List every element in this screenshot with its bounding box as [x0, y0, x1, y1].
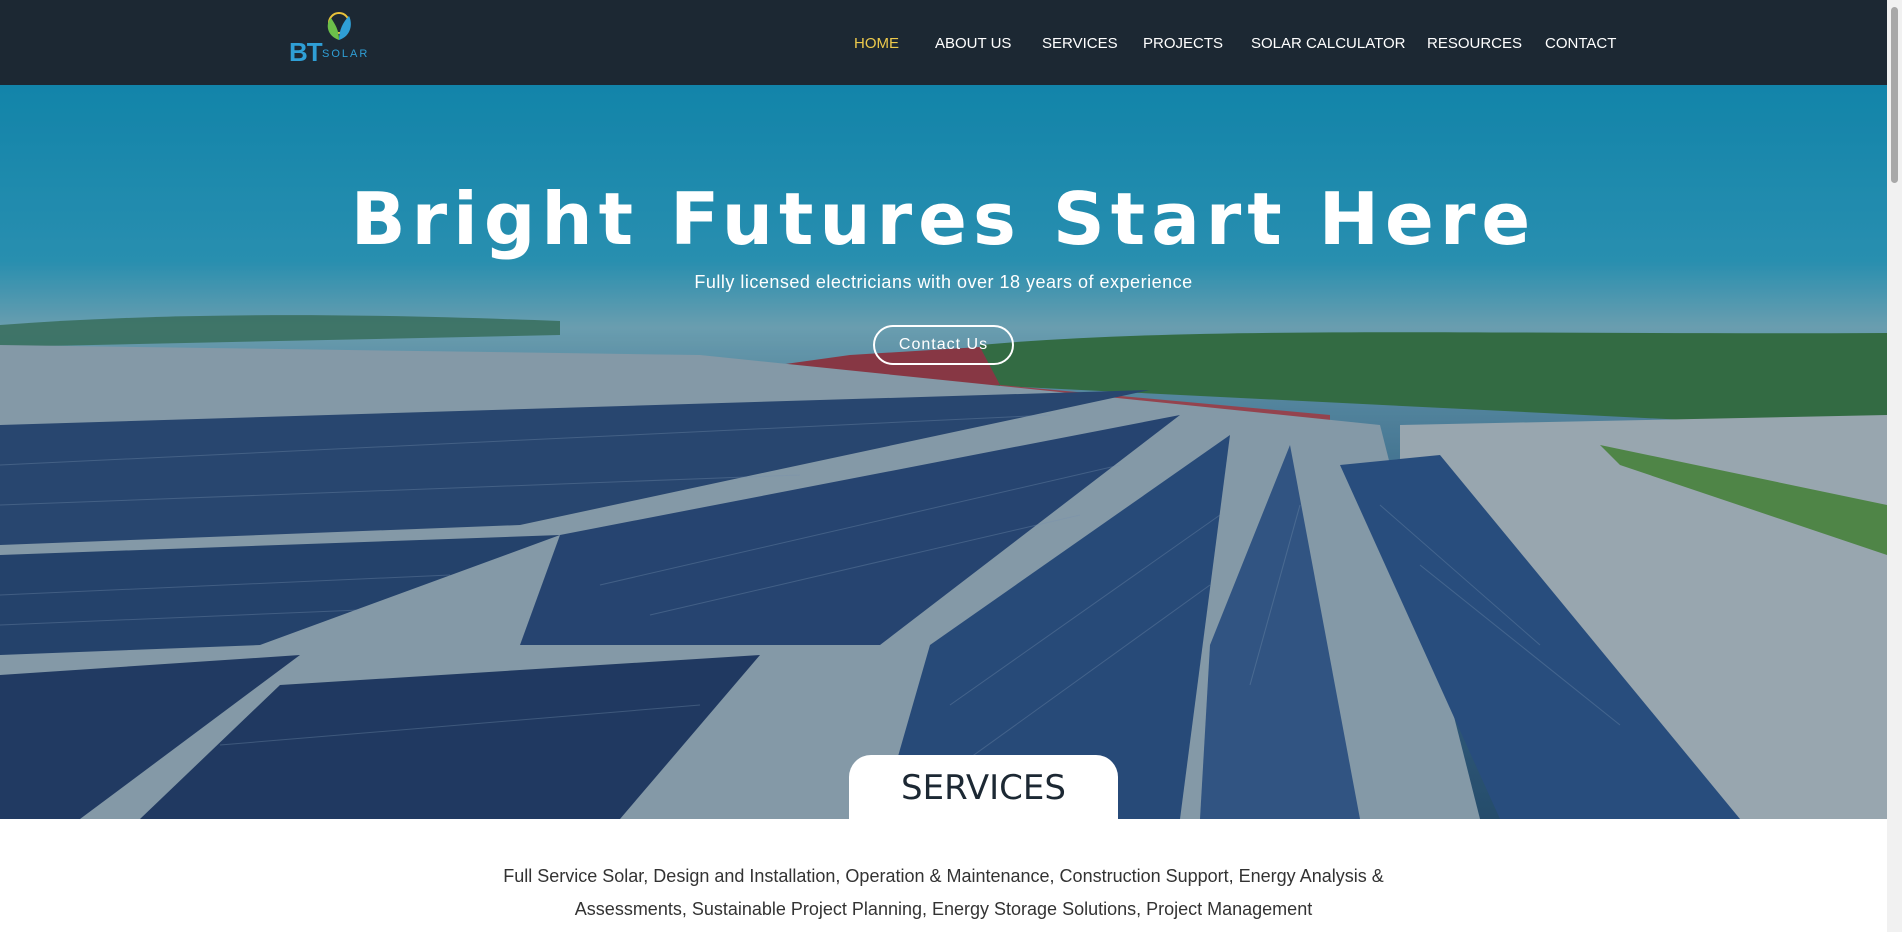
nav-resources[interactable]: RESOURCES: [1427, 35, 1522, 52]
services-heading-tab: SERVICES: [849, 755, 1118, 819]
contact-us-button[interactable]: Contact Us: [873, 325, 1014, 365]
nav-services[interactable]: SERVICES: [1042, 35, 1118, 52]
nav-projects[interactable]: PROJECTS: [1143, 35, 1223, 52]
hero-subtitle: Fully licensed electricians with over 18…: [694, 272, 1193, 292]
services-description: Full Service Solar, Design and Installat…: [503, 866, 1384, 919]
nav-home[interactable]: HOME: [854, 35, 899, 52]
nav-solar-calculator[interactable]: SOLAR CALCULATOR: [1251, 35, 1406, 52]
hero-title: Bright Futures Start Here: [350, 177, 1537, 261]
scrollbar-thumb[interactable]: [1891, 7, 1898, 183]
main-nav: HOME ABOUT US SERVICES PROJECTS SOLAR CA…: [0, 35, 1887, 55]
nav-about-us[interactable]: ABOUT US: [935, 35, 1011, 52]
page-scrollbar[interactable]: [1887, 0, 1902, 932]
hero-section: Bright Futures Start Here Fully licensed…: [0, 85, 1887, 819]
services-heading: SERVICES: [901, 768, 1066, 808]
nav-contact[interactable]: CONTACT: [1545, 35, 1616, 52]
site-header: BT SOLAR HOME ABOUT US SERVICES PROJECTS…: [0, 0, 1887, 85]
